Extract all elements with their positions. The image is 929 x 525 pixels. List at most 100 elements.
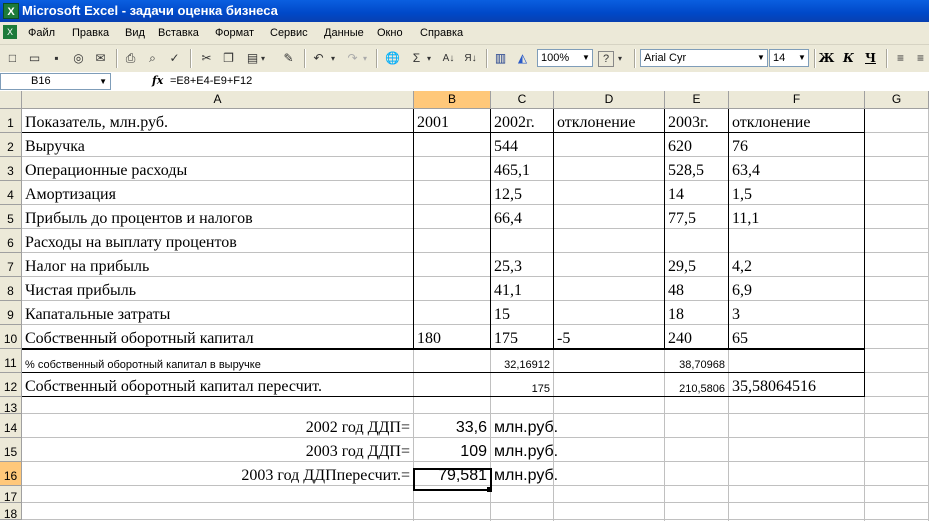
cell-a2[interactable]: Выручка (25, 133, 85, 157)
menu-window[interactable]: Окно (377, 27, 403, 39)
row-header-1[interactable]: 1 (0, 109, 22, 133)
row-header-5[interactable]: 5 (0, 205, 22, 229)
column-header-c[interactable]: C (491, 91, 554, 109)
cell-f4[interactable]: 1,5 (732, 181, 752, 205)
cell-c14[interactable]: млн.руб. (494, 414, 558, 438)
column-header-d[interactable]: D (554, 91, 665, 109)
save-icon[interactable]: ▪ (48, 50, 65, 67)
copy-icon[interactable]: ❐ (220, 50, 237, 67)
bold-button[interactable]: Ж (818, 50, 835, 67)
row-header-9[interactable]: 9 (0, 301, 22, 325)
menu-edit[interactable]: Правка (72, 27, 109, 39)
cell-a5[interactable]: Прибыль до процентов и налогов (25, 205, 253, 229)
hyperlink-icon[interactable]: 🌐 (384, 50, 401, 67)
cell-a14[interactable]: 2002 год ДДП= (22, 414, 410, 438)
row-header-16[interactable]: 16 (0, 462, 22, 486)
cell-e9[interactable]: 18 (668, 301, 684, 325)
cell-a1[interactable]: Показатель, млн.руб. (25, 109, 168, 133)
open-icon[interactable]: ▭ (26, 50, 43, 67)
column-header-b[interactable]: B (414, 91, 491, 109)
cell-b15[interactable]: 109 (414, 438, 487, 462)
cell-a11[interactable]: % собственный оборотный капитал в выручк… (25, 349, 261, 373)
row-header-12[interactable]: 12 (0, 373, 22, 397)
permission-icon[interactable]: ◎ (70, 50, 87, 67)
menu-tools[interactable]: Сервис (270, 27, 308, 39)
cell-a15[interactable]: 2003 год ДДП= (22, 438, 410, 462)
row-header-18[interactable]: 18 (0, 503, 22, 521)
cell-a4[interactable]: Амортизация (25, 181, 116, 205)
workbook-icon[interactable]: X (3, 25, 17, 39)
paste-dropdown-icon[interactable]: ▾ (258, 50, 268, 67)
font-size-combo[interactable]: 14 ▼ (769, 49, 809, 67)
italic-button[interactable]: К (840, 50, 857, 67)
row-header-2[interactable]: 2 (0, 133, 22, 157)
cell-a8[interactable]: Чистая прибыль (25, 277, 136, 301)
row-header-8[interactable]: 8 (0, 277, 22, 301)
column-header-e[interactable]: E (665, 91, 729, 109)
cell-a3[interactable]: Операционные расходы (25, 157, 187, 181)
chart-wizard-icon[interactable]: ▥ (492, 50, 509, 67)
font-name-dropdown-icon[interactable]: ▼ (755, 50, 767, 66)
cell-e12[interactable]: 210,5806 (665, 373, 725, 397)
row-header-17[interactable]: 17 (0, 486, 22, 504)
redo-icon[interactable]: ↷ (344, 50, 361, 67)
cell-d10[interactable]: -5 (557, 325, 570, 349)
column-header-f[interactable]: F (729, 91, 865, 109)
autosum-icon[interactable]: Σ (408, 50, 425, 67)
cell-e2[interactable]: 620 (668, 133, 692, 157)
help-dropdown-icon[interactable]: ▾ (615, 50, 625, 67)
select-all-corner[interactable] (0, 91, 22, 109)
cell-e3[interactable]: 528,5 (668, 157, 704, 181)
cell-f10[interactable]: 65 (732, 325, 748, 349)
cell-f1[interactable]: отклонение (732, 109, 810, 133)
row-header-3[interactable]: 3 (0, 157, 22, 181)
name-box-dropdown-icon[interactable]: ▼ (99, 74, 107, 89)
formula-input[interactable]: =E8+E4-E9+F12 (170, 75, 252, 87)
sort-descending-icon[interactable]: Я↓ (462, 50, 479, 67)
undo-icon[interactable]: ↶ (310, 50, 327, 67)
cell-e8[interactable]: 48 (668, 277, 684, 301)
menu-help[interactable]: Справка (420, 27, 463, 39)
cell-e11[interactable]: 38,70968 (665, 349, 725, 373)
help-icon[interactable]: ? (598, 51, 614, 67)
spelling-icon[interactable]: ✓ (166, 50, 183, 67)
cell-c2[interactable]: 544 (494, 133, 518, 157)
menu-insert[interactable]: Вставка (158, 27, 199, 39)
cell-e10[interactable]: 240 (668, 325, 692, 349)
cell-f2[interactable]: 76 (732, 133, 748, 157)
sort-ascending-icon[interactable]: A↓ (440, 50, 457, 67)
cell-a7[interactable]: Налог на прибыль (25, 253, 149, 277)
name-box[interactable]: B16 ▼ (0, 73, 111, 90)
menu-view[interactable]: Вид (125, 27, 145, 39)
cell-c9[interactable]: 15 (494, 301, 510, 325)
menu-file[interactable]: Файл (28, 27, 55, 39)
undo-dropdown-icon[interactable]: ▾ (328, 50, 338, 67)
fill-handle[interactable] (487, 487, 492, 492)
selected-cell-b16[interactable] (413, 468, 492, 491)
cell-b14[interactable]: 33,6 (414, 414, 487, 438)
cell-c16[interactable]: млн.руб. (494, 462, 558, 486)
insert-function-icon[interactable]: fx (152, 74, 163, 87)
cell-e4[interactable]: 14 (668, 181, 684, 205)
cell-c5[interactable]: 66,4 (494, 205, 522, 229)
cell-b1[interactable]: 2001 (417, 109, 449, 133)
cell-e7[interactable]: 29,5 (668, 253, 696, 277)
menu-format[interactable]: Формат (215, 27, 254, 39)
font-name-combo[interactable]: Arial Cyr ▼ (640, 49, 768, 67)
cell-c7[interactable]: 25,3 (494, 253, 522, 277)
cell-b10[interactable]: 180 (417, 325, 441, 349)
excel-app-icon[interactable]: X (3, 3, 19, 19)
column-header-a[interactable]: A (22, 91, 414, 109)
cell-a6[interactable]: Расходы на выплату процентов (25, 229, 237, 253)
row-header-10[interactable]: 10 (0, 325, 22, 349)
align-left-icon[interactable]: ≡ (892, 50, 909, 67)
cell-d1[interactable]: отклонение (557, 109, 635, 133)
cell-c15[interactable]: млн.руб. (494, 438, 558, 462)
redo-dropdown-icon[interactable]: ▾ (360, 50, 370, 67)
menu-data[interactable]: Данные (324, 27, 364, 39)
font-size-dropdown-icon[interactable]: ▼ (796, 50, 808, 66)
row-header-11[interactable]: 11 (0, 349, 22, 373)
cell-a12[interactable]: Собственный оборотный капитал пересчит. (25, 373, 322, 397)
cell-a10[interactable]: Собственный оборотный капитал (25, 325, 254, 349)
cell-c10[interactable]: 175 (494, 325, 518, 349)
